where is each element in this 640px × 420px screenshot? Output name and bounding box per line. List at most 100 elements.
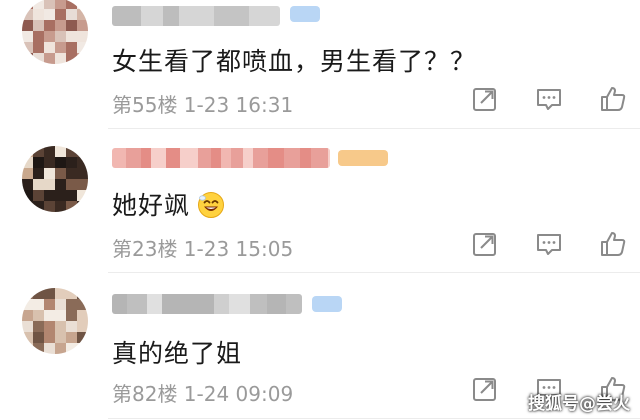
comment-meta: 第23楼 1-23 15:05 — [112, 237, 294, 261]
avatar-mosaic-cell — [77, 168, 88, 179]
username-blurred[interactable] — [112, 6, 280, 26]
comment-actions — [470, 84, 628, 114]
avatar-mosaic-cell — [22, 157, 33, 168]
share-button[interactable] — [470, 84, 500, 114]
username-mosaic-cell — [151, 148, 166, 168]
username-mosaic-cell — [229, 294, 250, 314]
username-mosaic-cell — [112, 6, 129, 26]
like-icon — [598, 87, 628, 118]
avatar-mosaic-cell — [22, 53, 33, 64]
share-icon — [470, 88, 500, 118]
avatar-mosaic-cell — [55, 53, 66, 64]
username-mosaic-cell — [231, 148, 243, 168]
divider — [108, 128, 640, 129]
username-mosaic-cell — [141, 148, 151, 168]
avatar-mosaic-cell — [44, 31, 55, 42]
share-icon — [470, 233, 500, 263]
comment-icon — [534, 234, 564, 263]
avatar-mosaic-cell — [44, 42, 55, 53]
avatar[interactable] — [22, 146, 88, 212]
username-mosaic-cell — [162, 294, 181, 314]
avatar-mosaic-cell — [22, 201, 33, 212]
username-blurred[interactable] — [112, 148, 330, 168]
avatar-mosaic-cell — [66, 288, 77, 299]
avatar-mosaic-cell — [77, 299, 88, 310]
avatar-mosaic-cell — [22, 321, 33, 332]
avatar-mosaic-cell — [44, 53, 55, 64]
username-mosaic-cell — [300, 148, 311, 168]
avatar-mosaic-cell — [44, 0, 55, 9]
avatar-mosaic-cell — [77, 53, 88, 64]
username-mosaic-cell — [112, 148, 126, 168]
avatar-mosaic-cell — [66, 0, 77, 9]
avatar-mosaic-cell — [77, 0, 88, 9]
username-mosaic-cell — [199, 6, 214, 26]
username-mosaic-cell — [267, 294, 286, 314]
username-mosaic-cell — [286, 294, 302, 314]
avatar-mosaic-cell — [33, 299, 44, 310]
avatar-mosaic-cell — [33, 179, 44, 190]
username-mosaic-cell — [126, 148, 141, 168]
avatar[interactable] — [22, 0, 88, 64]
share-button[interactable] — [470, 229, 500, 259]
avatar-mosaic-cell — [22, 168, 33, 179]
avatar-mosaic-cell — [55, 343, 66, 354]
avatar-mosaic-cell — [33, 321, 44, 332]
avatar-mosaic-cell — [66, 201, 77, 212]
avatar-mosaic-cell — [55, 288, 66, 299]
avatar-mosaic-cell — [55, 42, 66, 53]
user-badge — [338, 150, 388, 166]
avatar-mosaic-cell — [33, 0, 44, 9]
avatar-mosaic-cell — [33, 42, 44, 53]
avatar-mosaic-cell — [55, 9, 66, 20]
avatar-mosaic-cell — [66, 53, 77, 64]
username-mosaic-cell — [279, 6, 280, 26]
avatar-mosaic-cell — [66, 9, 77, 20]
comment-text-content: 她好飒 — [112, 191, 191, 220]
avatar-mosaic-cell — [66, 343, 77, 354]
username-mosaic-cell — [268, 148, 284, 168]
reply-button[interactable] — [534, 229, 564, 259]
avatar-mosaic-cell — [44, 190, 55, 201]
avatar-mosaic-cell — [44, 157, 55, 168]
avatar-mosaic-cell — [33, 20, 44, 31]
username-mosaic-cell — [221, 148, 231, 168]
username-mosaic-cell — [112, 294, 127, 314]
like-button[interactable] — [598, 84, 628, 114]
avatar-mosaic-cell — [77, 31, 88, 42]
avatar-mosaic-cell — [33, 190, 44, 201]
avatar-mosaic-cell — [55, 299, 66, 310]
avatar-mosaic-cell — [22, 9, 33, 20]
avatar-mosaic-cell — [44, 20, 55, 31]
avatar-mosaic-cell — [22, 190, 33, 201]
avatar-mosaic-cell — [66, 20, 77, 31]
avatar-mosaic-cell — [55, 201, 66, 212]
like-button[interactable] — [598, 229, 628, 259]
divider — [108, 418, 640, 419]
avatar-mosaic-cell — [77, 343, 88, 354]
username-blurred[interactable] — [112, 294, 302, 314]
username-mosaic-cell — [147, 294, 162, 314]
avatar-mosaic-cell — [22, 0, 33, 9]
comment-actions — [470, 229, 628, 259]
comment-icon — [534, 89, 564, 118]
avatar-mosaic-cell — [77, 310, 88, 321]
avatar-mosaic-cell — [44, 343, 55, 354]
avatar-mosaic-cell — [33, 168, 44, 179]
avatar-mosaic-cell — [44, 299, 55, 310]
username-mosaic-cell — [227, 6, 237, 26]
avatar-mosaic-cell — [22, 288, 33, 299]
share-button[interactable] — [470, 374, 500, 404]
avatar-mosaic-cell — [44, 146, 55, 157]
avatar-mosaic-cell — [22, 343, 33, 354]
avatar-mosaic-cell — [22, 42, 33, 53]
avatar-mosaic-cell — [55, 0, 66, 9]
avatar-mosaic-cell — [44, 332, 55, 343]
like-icon — [598, 232, 628, 263]
avatar[interactable] — [22, 288, 88, 354]
share-icon — [470, 378, 500, 408]
reply-button[interactable] — [534, 84, 564, 114]
avatar-mosaic-cell — [33, 31, 44, 42]
avatar-mosaic-cell — [22, 146, 33, 157]
avatar-mosaic-cell — [33, 157, 44, 168]
